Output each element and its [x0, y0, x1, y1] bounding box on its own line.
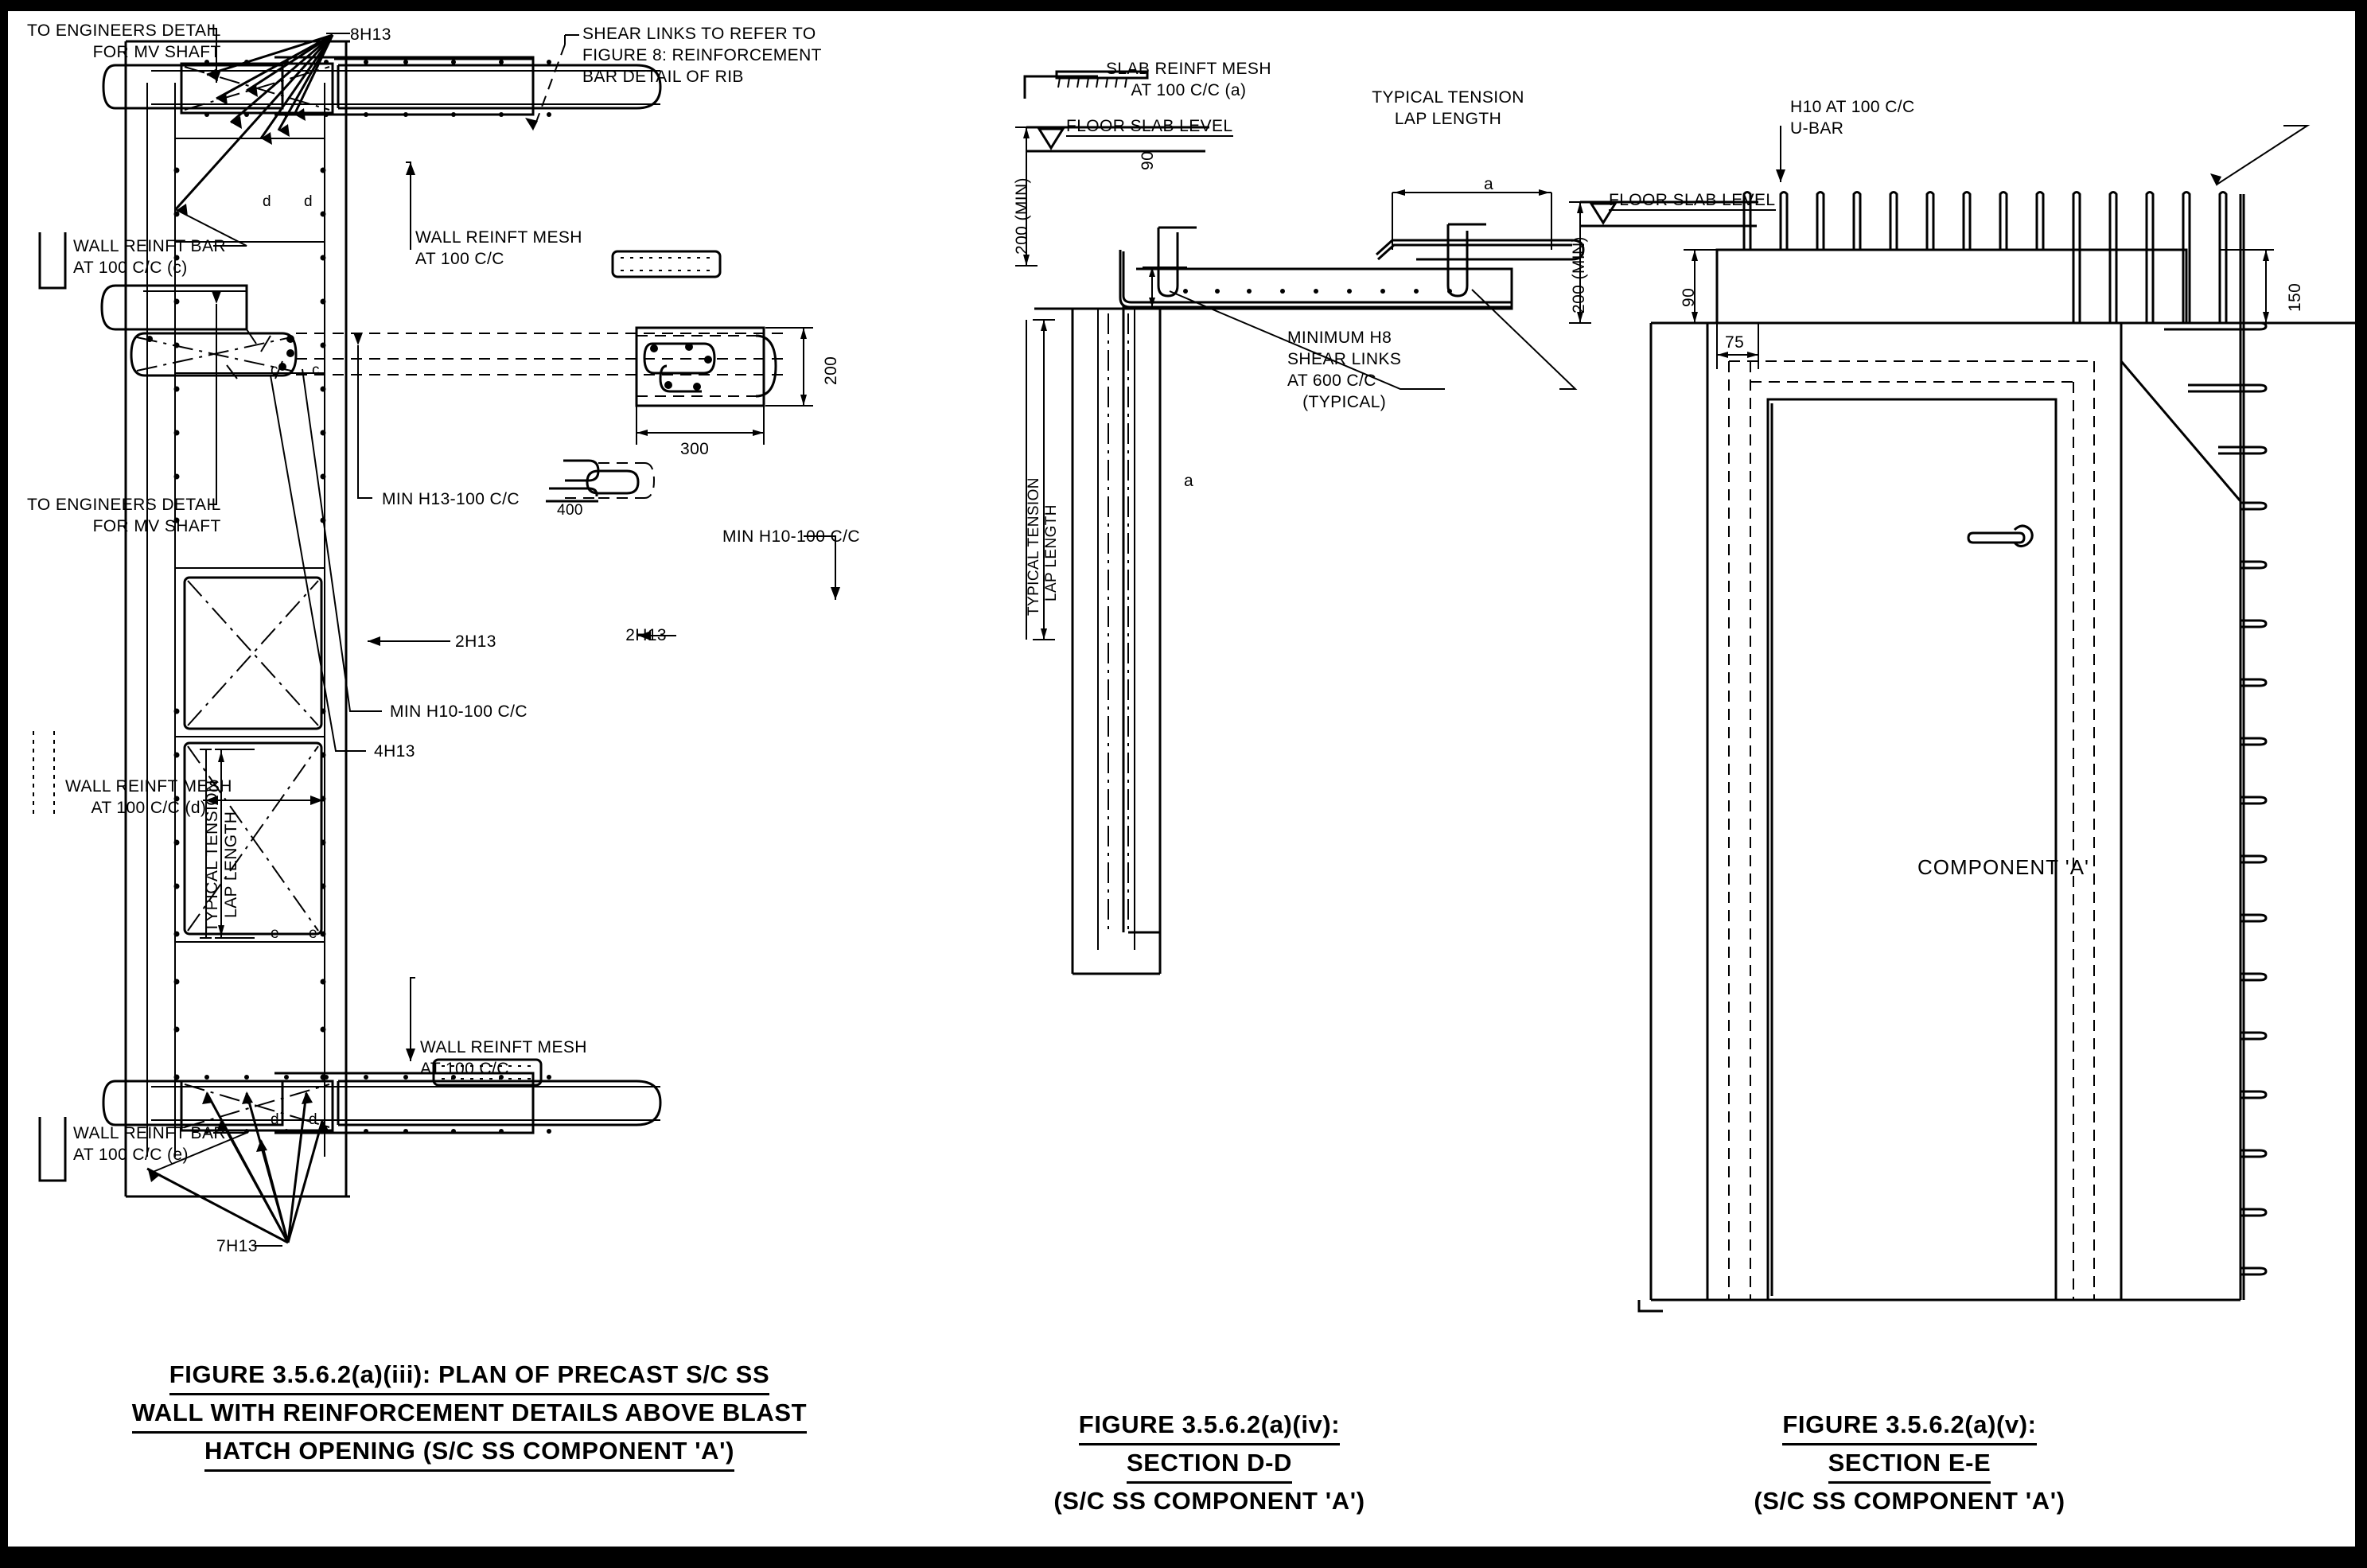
label-shear-links-fig2: MINIMUM H8 SHEAR LINKS AT 600 C/C (TYPIC… [1287, 329, 1402, 411]
mark-d4: d [309, 1111, 317, 1128]
label-slab-mesh: SLAB REINFT MESH AT 100 C/C (a) [1106, 60, 1271, 99]
label-lap-length-fig1-b: LAP LENGTH [222, 811, 240, 918]
label-wall-mesh-top: WALL REINFT MESH AT 100 C/C [415, 228, 582, 268]
label-lap-fig2-left-a: TYPICAL TENSION [1026, 477, 1042, 616]
mark-c2: c [312, 362, 320, 379]
label-dim-200: 200 [822, 356, 840, 385]
label-4h13: 4H13 [374, 742, 415, 761]
label-u-bar-fig3: H10 AT 100 C/C U-BAR [1790, 98, 1915, 138]
label-150-fig3: 150 [2286, 282, 2304, 312]
label-90-fig2: 90 [1139, 150, 1157, 170]
label-lap-fig2-left-b: LAP LENGTH [1043, 504, 1060, 601]
label-floor-slab-level-fig3: FLOOR SLAB LEVEL [1609, 191, 1776, 211]
label-lap-length-fig2-top: TYPICAL TENSION LAP LENGTH [1372, 88, 1524, 128]
label-7h13: 7H13 [216, 1237, 258, 1255]
figure2-caption: FIGURE 3.5.6.2(a)(iv): SECTION D-D (S/C … [971, 1407, 1448, 1519]
mark-c1: c [271, 362, 278, 379]
label-dim-300: 300 [680, 440, 710, 458]
label-min-h10-right: MIN H10-100 C/C [722, 527, 860, 546]
mark-e1: e [271, 925, 279, 942]
mark-e2: e [309, 925, 317, 942]
mark-d1: d [263, 193, 271, 210]
label-lap-length-fig1: TYPICAL TENSION [203, 780, 221, 932]
label-min-h10-mid: MIN H10-100 C/C [390, 702, 528, 721]
label-90-fig3: 90 [1680, 287, 1698, 307]
label-200-min-fig2: 200 (MIN) [1013, 177, 1031, 255]
mark-a-bot-fig2: a [1184, 472, 1194, 490]
label-wall-reinft-bar-c: WALL REINFT BAR AT 100 C/C (c) [73, 237, 226, 277]
label-dim-400: 400 [557, 502, 583, 519]
mark-d2: d [304, 193, 313, 210]
label-2h13-left: 2H13 [455, 632, 496, 651]
label-8h13: 8H13 [350, 25, 391, 44]
label-wall-reinft-bar-e: WALL REINFT BAR AT 100 C/C (e) [73, 1124, 226, 1164]
label-shear-links-note: SHEAR LINKS TO REFER TO FIGURE 8: REINFO… [582, 25, 822, 86]
label-wall-mesh-bottom: WALL REINFT MESH AT 100 C/C [420, 1038, 587, 1078]
figure2-section-dd-geometry [1015, 70, 1585, 975]
figure3-section-ee-geometry [1569, 125, 2363, 1313]
mark-d3: d [271, 1111, 279, 1128]
label-min-h13: MIN H13-100 C/C [382, 490, 520, 508]
drawing-sheet: TO ENGINEERS DETAIL FOR MV SHAFT 8H13 SH… [0, 0, 2367, 1568]
label-component-a: COMPONENT 'A' [1917, 855, 2090, 879]
figure3-caption: FIGURE 3.5.6.2(a)(v): SECTION E-E (S/C S… [1512, 1407, 2307, 1519]
label-75-fig3: 75 [1725, 333, 1745, 352]
figure1-caption: FIGURE 3.5.6.2(a)(iii): PLAN OF PRECAST … [40, 1357, 899, 1473]
mark-a-top-fig2: a [1484, 175, 1494, 193]
label-mv-shaft-top: TO ENGINEERS DETAIL FOR MV SHAFT [27, 21, 221, 61]
label-200-min-fig3: 200 (MIN) [1570, 236, 1588, 313]
drawing-paper: TO ENGINEERS DETAIL FOR MV SHAFT 8H13 SH… [8, 11, 2363, 1547]
label-mv-shaft-mid: TO ENGINEERS DETAIL FOR MV SHAFT [27, 496, 221, 535]
label-floor-slab-level-fig2: FLOOR SLAB LEVEL [1066, 117, 1233, 137]
